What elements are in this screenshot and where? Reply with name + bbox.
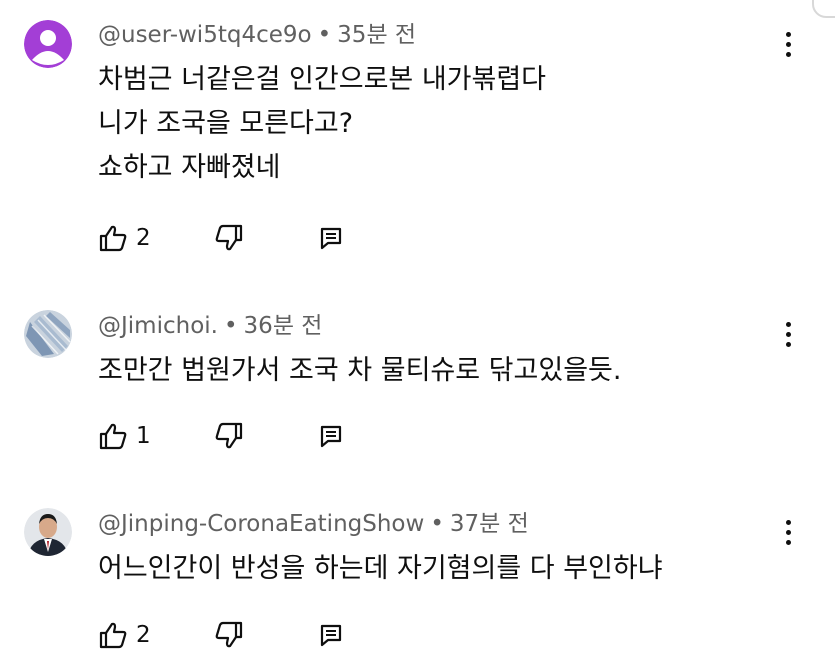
comment-author[interactable]: @Jinping-CoronaEatingShow bbox=[98, 511, 424, 537]
reply-comment-icon bbox=[320, 227, 342, 250]
reply-comment-icon bbox=[320, 425, 342, 448]
dislike-button[interactable] bbox=[214, 421, 244, 451]
dislike-button[interactable] bbox=[214, 620, 244, 650]
like-button[interactable]: 2 bbox=[98, 223, 151, 253]
meta-separator: • bbox=[430, 511, 444, 537]
reply-comment-icon bbox=[320, 624, 342, 647]
more-vertical-icon[interactable] bbox=[776, 24, 800, 64]
comment-time[interactable]: 35분 전 bbox=[337, 22, 416, 48]
like-button[interactable]: 1 bbox=[98, 421, 151, 451]
comment-item: @Jinping-CoronaEatingShow • 37분 전 어느인간이 반성… bbox=[0, 470, 835, 662]
comment-meta: @user-wi5tq4ce9o • 35분 전 bbox=[98, 20, 416, 50]
comment-text-line: 조만간 법원가서 조국 차 물티슈로 닦고있을듯. bbox=[98, 355, 622, 386]
meta-separator: • bbox=[317, 22, 332, 48]
thumbs-down-icon bbox=[215, 621, 243, 648]
comment-text-line: 차범근 너같은걸 인간으로본 내가볶렵다 bbox=[98, 64, 547, 95]
avatar[interactable] bbox=[24, 310, 72, 358]
avatar[interactable] bbox=[24, 20, 72, 68]
more-vertical-icon[interactable] bbox=[776, 512, 800, 552]
user-photo-icon bbox=[24, 508, 72, 556]
reply-button[interactable] bbox=[318, 423, 344, 449]
reply-button[interactable] bbox=[318, 622, 344, 648]
comment-time[interactable]: 36분 전 bbox=[244, 313, 323, 339]
like-count: 1 bbox=[136, 423, 151, 449]
thumbs-up-icon bbox=[99, 225, 127, 252]
thumbs-down-icon bbox=[215, 422, 243, 449]
thumbs-up-icon bbox=[99, 622, 127, 649]
default-avatar-icon bbox=[24, 20, 72, 68]
dislike-button[interactable] bbox=[214, 223, 244, 253]
comment-time[interactable]: 37분 전 bbox=[450, 511, 529, 537]
like-count: 2 bbox=[136, 225, 151, 251]
like-button[interactable]: 2 bbox=[98, 620, 151, 650]
thumbs-up-icon bbox=[99, 423, 127, 450]
comment-author[interactable]: @user-wi5tq4ce9o bbox=[98, 22, 312, 48]
comment-text-line: 니가 조국을 모른다고? bbox=[98, 108, 354, 139]
comment-meta: @Jinping-CoronaEatingShow • 37분 전 bbox=[98, 509, 529, 539]
comment-item: @user-wi5tq4ce9o • 35분 전 차범근 너같은걸 인간으로본 내가… bbox=[0, 0, 835, 270]
comment-text-line: 쇼하고 자빠졌네 bbox=[98, 152, 281, 183]
comment-meta: @Jimichoi. • 36분 전 bbox=[98, 311, 322, 341]
comment-author[interactable]: @Jimichoi. bbox=[98, 313, 218, 339]
like-count: 2 bbox=[136, 622, 151, 648]
reply-button[interactable] bbox=[318, 225, 344, 251]
meta-separator: • bbox=[223, 313, 238, 339]
comment-item: @Jimichoi. • 36분 전 조만간 법원가서 조국 차 물티슈로 닦고있을… bbox=[0, 270, 835, 470]
user-photo-icon bbox=[24, 310, 72, 358]
thumbs-down-icon bbox=[215, 224, 243, 251]
more-vertical-icon[interactable] bbox=[776, 314, 800, 354]
comment-text-line: 어느인간이 반성을 하는데 자기혐의를 다 부인하냐 bbox=[98, 553, 663, 584]
avatar[interactable] bbox=[24, 508, 72, 556]
